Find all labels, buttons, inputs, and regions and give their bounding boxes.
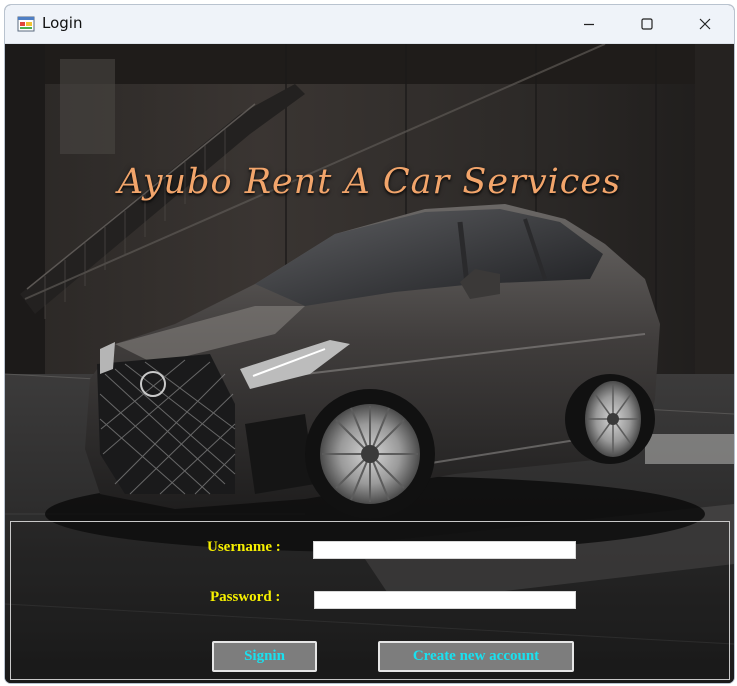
close-icon bbox=[699, 18, 711, 30]
password-input[interactable] bbox=[314, 591, 576, 609]
password-label: Password : bbox=[210, 589, 281, 605]
window-title: Login bbox=[42, 14, 83, 32]
title-bar[interactable]: Login bbox=[5, 5, 734, 44]
minimize-button[interactable] bbox=[560, 5, 618, 43]
maximize-button[interactable] bbox=[618, 5, 676, 43]
login-panel: Username : Password : Signin Create new … bbox=[10, 521, 730, 680]
windows-form-icon bbox=[17, 15, 35, 33]
username-label: Username : bbox=[207, 539, 281, 555]
background-scene: Ayubo Rent A Car Services Username : Pas… bbox=[5, 44, 734, 683]
create-account-button[interactable]: Create new account bbox=[378, 641, 574, 672]
banner-title: Ayubo Rent A Car Services bbox=[117, 162, 622, 202]
signin-button[interactable]: Signin bbox=[212, 641, 317, 672]
login-window: Login Ayubo Rent A Car Services Username… bbox=[4, 4, 735, 684]
close-button[interactable] bbox=[676, 5, 734, 43]
minimize-icon bbox=[583, 18, 595, 30]
maximize-icon bbox=[641, 18, 653, 30]
username-input[interactable] bbox=[313, 541, 576, 559]
